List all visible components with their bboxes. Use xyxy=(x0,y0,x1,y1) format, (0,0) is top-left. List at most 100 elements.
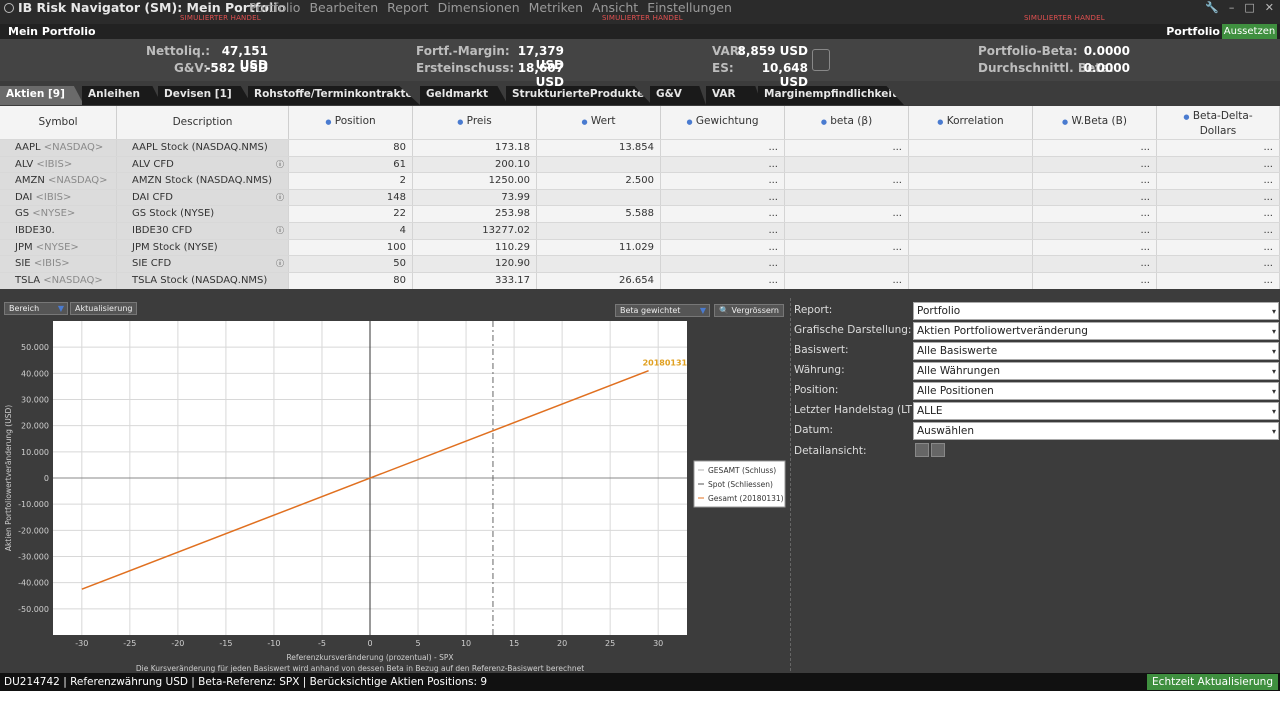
table-row[interactable]: DAI <IBIS> DAI CFD ⓘ 148 73.99......... xyxy=(0,188,1280,206)
table-row[interactable]: GS <NYSE> GS Stock (NYSE) 22 253.98 5.588...… xyxy=(0,205,1280,223)
description-text: SIE CFD xyxy=(132,258,172,270)
x-tick-label: 10 xyxy=(461,639,471,648)
bdd-cell: ... xyxy=(1157,189,1280,206)
menu-portfolio[interactable]: Portfolio xyxy=(249,0,300,15)
tab-aktien[interactable]: Aktien [9] xyxy=(0,86,84,105)
table-row[interactable]: AAPL <NASDAQ> AAPL Stock (NASDAQ.NMS) 80 17… xyxy=(0,139,1280,156)
legend-entry: GESAMT (Schluss) xyxy=(708,466,776,475)
close-icon[interactable]: ✕ xyxy=(1265,1,1274,14)
menu-bearbeiten[interactable]: Bearbeiten xyxy=(309,0,378,15)
description-cell: AMZN Stock (NASDAQ.NMS) xyxy=(117,173,289,190)
field-select[interactable]: ALLE ▾ xyxy=(913,402,1279,420)
portfolio-beta-value: 0.0000 xyxy=(1083,44,1130,58)
bdd-cell: ... xyxy=(1157,223,1280,239)
field-label: Basiswert: xyxy=(794,344,849,356)
wb-cell: ... xyxy=(1033,140,1157,156)
tab-strukturierte-produkte[interactable]: StrukturierteProdukte xyxy=(506,86,652,105)
detail-expand-button[interactable] xyxy=(915,443,929,457)
field-select[interactable]: Aktien Portfoliowertveränderung ▾ xyxy=(913,322,1279,340)
info-icon[interactable]: ⓘ xyxy=(276,157,284,172)
col-header-position[interactable]: ● Position xyxy=(289,106,413,139)
col-header-wert[interactable]: ● Wert xyxy=(537,106,661,139)
var-stepper-icon[interactable] xyxy=(812,49,830,71)
field-select[interactable]: Portfolio ▾ xyxy=(913,302,1279,320)
info-icon[interactable]: ⓘ xyxy=(276,256,284,271)
table-row[interactable]: ALV <IBIS> ALV CFD ⓘ 61 200.10......... xyxy=(0,155,1280,173)
table-row[interactable]: IBDE30. IBDE30 CFD ⓘ 4 13277.02......... xyxy=(0,222,1280,239)
tab-anleihen[interactable]: Anleihen xyxy=(82,86,162,105)
wb-cell: ... xyxy=(1033,189,1157,206)
tab-devisen[interactable]: Devisen [1] xyxy=(158,86,252,105)
y-tick-label: -40.000 xyxy=(18,579,49,588)
tab-rohstoffe[interactable]: Rohstoffe/Terminkontrakte xyxy=(248,86,420,105)
bdd-cell: ... xyxy=(1157,173,1280,190)
col-header-korrelation[interactable]: ● Korrelation xyxy=(909,106,1033,139)
table-row[interactable]: TSLA <NASDAQ> TSLA Stock (NASDAQ.NMS) 80 33… xyxy=(0,271,1280,289)
field-select[interactable]: Auswählen ▾ xyxy=(913,422,1279,440)
tab-geldmarkt[interactable]: Geldmarkt xyxy=(420,86,508,105)
wert-cell xyxy=(537,256,661,273)
sim-label-right: SIMULIERTER HANDEL xyxy=(1024,14,1105,22)
col-header-description[interactable]: Description xyxy=(117,106,289,139)
gew-cell: ... xyxy=(661,140,785,156)
menu-metriken[interactable]: Metriken xyxy=(529,0,583,15)
col-header-symbol[interactable]: Symbol xyxy=(0,106,117,139)
wert-cell: 2.500 xyxy=(537,173,661,190)
korr-cell xyxy=(909,223,1033,239)
description-cell: SIE CFD ⓘ xyxy=(117,256,289,273)
info-icon[interactable]: ⓘ xyxy=(276,190,284,205)
description-text: JPM Stock (NYSE) xyxy=(132,241,218,253)
menu-ansicht[interactable]: Ansicht xyxy=(592,0,638,15)
gv-value: -582 USD xyxy=(205,61,268,75)
col-header-preis[interactable]: ● Preis xyxy=(413,106,537,139)
detail-collapse-button[interactable] xyxy=(931,443,945,457)
avg-beta-value: 0.0000 xyxy=(1083,61,1130,75)
zoom-button[interactable]: 🔍 Vergrössern xyxy=(714,304,784,317)
bdd-cell: ... xyxy=(1157,156,1280,173)
x-tick-label: 25 xyxy=(605,639,615,648)
bereich-button[interactable]: Bereich ▼ xyxy=(4,302,68,315)
gew-cell: ... xyxy=(661,156,785,173)
maximize-icon[interactable]: □ xyxy=(1244,1,1254,14)
var-value: 8,859 USD xyxy=(737,44,808,58)
col-header-beta[interactable]: ● beta (β) xyxy=(785,106,909,139)
exchange-text: <IBIS> xyxy=(33,258,70,270)
preis-cell: 73.99 xyxy=(413,189,537,206)
suspend-button[interactable]: Aussetzen xyxy=(1222,24,1277,39)
chevron-down-icon: ▾ xyxy=(1271,407,1276,416)
field-select[interactable]: Alle Positionen ▾ xyxy=(913,382,1279,400)
y-tick-label: 30.000 xyxy=(21,396,49,405)
y-tick-label: 20.000 xyxy=(21,422,49,431)
col-header-beta-delta-dollars[interactable]: ● Beta-Delta- Dollars xyxy=(1157,106,1280,139)
wb-cell: ... xyxy=(1033,156,1157,173)
wrench-icon[interactable]: 🔧 xyxy=(1205,1,1219,14)
tab-marginempfindlichkeit[interactable]: Marginempfindlichkeit xyxy=(758,86,904,105)
symbol-text: DAI xyxy=(15,191,33,203)
field-select[interactable]: Alle Währungen ▾ xyxy=(913,362,1279,380)
menu-dimensionen[interactable]: Dimensionen xyxy=(438,0,520,15)
col-header-gewichtung[interactable]: ● Gewichtung xyxy=(661,106,785,139)
exchange-text: <IBIS> xyxy=(36,158,73,170)
field-select[interactable]: Alle Basiswerte ▾ xyxy=(913,342,1279,360)
portfolio-title: Mein Portfolio xyxy=(8,25,96,38)
symbol-text: GS xyxy=(15,208,30,220)
menu-report[interactable]: Report xyxy=(387,0,428,15)
col-header-wbeta[interactable]: ● W.Beta (B) xyxy=(1033,106,1157,139)
aktualisierung-button[interactable]: Aktualisierung xyxy=(70,302,138,315)
info-icon[interactable]: ⓘ xyxy=(276,223,284,238)
beta-weighted-select[interactable]: Beta gewichtet ▼ xyxy=(615,304,710,317)
realtime-update-button[interactable]: Echtzeit Aktualisierung xyxy=(1147,674,1278,690)
chevron-down-icon: ▾ xyxy=(1271,367,1276,376)
minimize-icon[interactable]: – xyxy=(1229,1,1235,14)
tab-gv[interactable]: G&V xyxy=(650,86,706,105)
table-row[interactable]: SIE <IBIS> SIE CFD ⓘ 50 120.90......... xyxy=(0,255,1280,273)
menu-einstellungen[interactable]: Einstellungen xyxy=(647,0,732,15)
tab-var[interactable]: VAR xyxy=(706,86,762,105)
description-text: IBDE30 CFD xyxy=(132,225,193,236)
y-tick-label: 10.000 xyxy=(21,448,49,457)
symbol-text: AMZN xyxy=(15,175,45,187)
table-row[interactable]: AMZN <NASDAQ> AMZN Stock (NASDAQ.NMS) 2 125… xyxy=(0,172,1280,190)
sim-label-center: SIMULIERTER HANDEL xyxy=(602,14,683,22)
table-row[interactable]: JPM <NYSE> JPM Stock (NYSE) 100 110.29 11.02… xyxy=(0,238,1280,256)
y-tick-label: -50.000 xyxy=(18,605,49,614)
